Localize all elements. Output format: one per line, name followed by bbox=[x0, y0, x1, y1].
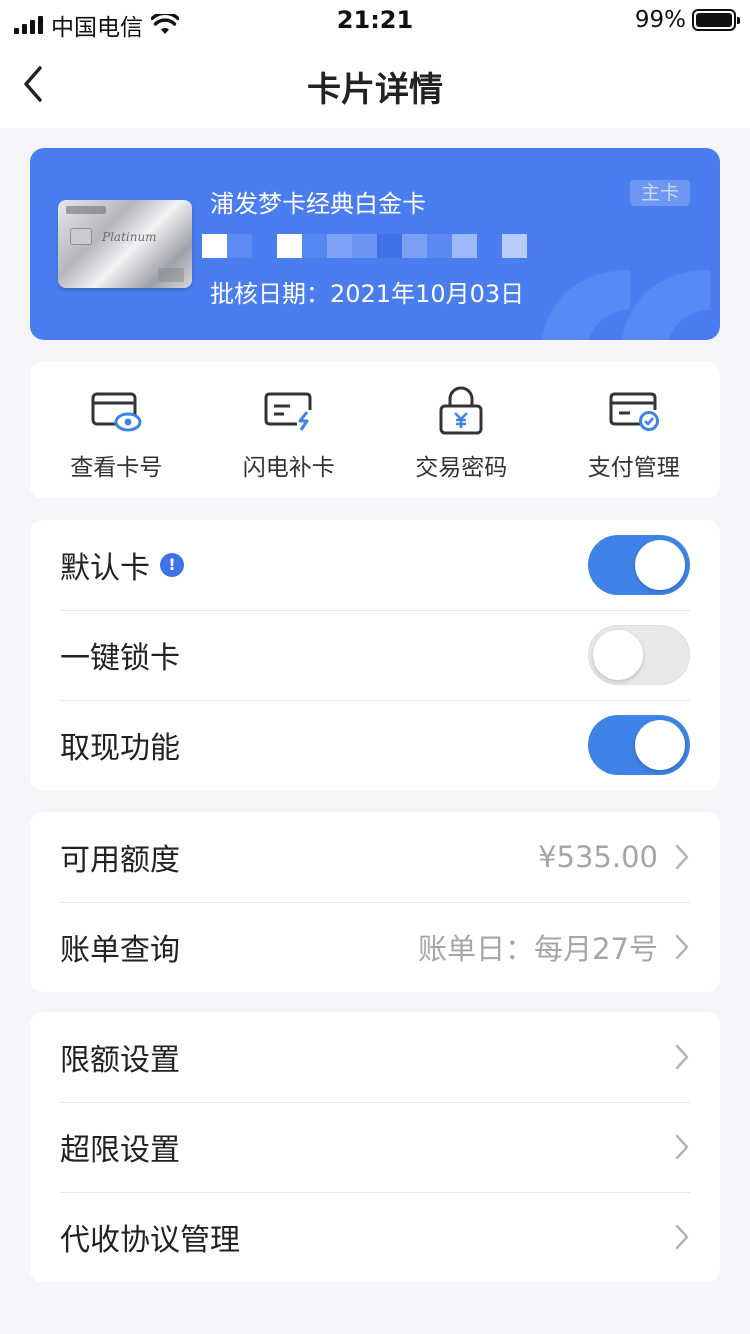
status-bar: 中国电信 21:21 99% bbox=[0, 0, 750, 42]
card-banner[interactable]: Platinum 浦发梦卡经典白金卡 批核日期：2021年10月03日 主卡 bbox=[30, 148, 720, 340]
lock-card-row: 一键锁卡 bbox=[30, 610, 720, 700]
default-card-toggle[interactable] bbox=[588, 535, 690, 595]
nav-bar: 卡片详情 bbox=[0, 42, 750, 128]
collection-agreement-row[interactable]: 代收协议管理 bbox=[30, 1192, 720, 1282]
billing-day-value: 账单日：每月27号 bbox=[418, 932, 658, 966]
row-label: 限额设置 bbox=[60, 1043, 180, 1078]
primary-card-badge: 主卡 bbox=[630, 180, 690, 206]
status-right: 99% bbox=[634, 7, 740, 33]
lock-card-toggle[interactable] bbox=[588, 625, 690, 685]
action-transaction-password[interactable]: 交易密码 bbox=[375, 362, 548, 498]
quota-section: 可用额度 ¥535.00 账单查询 账单日：每月27号 bbox=[30, 812, 720, 992]
row-label: 账单查询 bbox=[60, 933, 180, 968]
over-limit-settings-row[interactable]: 超限设置 bbox=[30, 1102, 720, 1192]
row-label: 取现功能 bbox=[60, 731, 180, 766]
page-title: 卡片详情 bbox=[307, 70, 443, 110]
settings-section: 限额设置 超限设置 代收协议管理 bbox=[30, 1012, 720, 1282]
info-icon[interactable]: ! bbox=[160, 553, 184, 577]
available-credit-value: ¥535.00 bbox=[538, 840, 658, 874]
row-label: 可用额度 bbox=[60, 843, 180, 878]
battery-icon bbox=[692, 9, 740, 31]
chevron-right-icon bbox=[675, 1224, 689, 1250]
chevron-right-icon bbox=[675, 1134, 689, 1160]
card-image-text: Platinum bbox=[102, 230, 157, 244]
row-label: 超限设置 bbox=[60, 1133, 180, 1168]
card-eye-icon bbox=[91, 392, 142, 432]
card-check-icon bbox=[609, 392, 659, 431]
approval-date: 批核日期：2021年10月03日 bbox=[210, 280, 525, 308]
chip-icon bbox=[70, 228, 92, 245]
cash-withdrawal-toggle[interactable] bbox=[588, 715, 690, 775]
action-label: 交易密码 bbox=[415, 455, 508, 481]
chevron-right-icon bbox=[675, 1044, 689, 1070]
chevron-right-icon bbox=[675, 934, 689, 960]
row-label: 一键锁卡 bbox=[60, 641, 180, 676]
action-instant-replacement[interactable]: 闪电补卡 bbox=[203, 362, 376, 498]
action-label: 查看卡号 bbox=[70, 455, 163, 481]
default-card-row: 默认卡 ! bbox=[30, 520, 720, 610]
battery-percent: 99% bbox=[634, 7, 686, 33]
unionpay-logo bbox=[158, 268, 184, 282]
card-image: Platinum bbox=[58, 200, 192, 288]
quick-actions: 查看卡号 闪电补卡 交易密码 支付管理 bbox=[30, 362, 720, 498]
card-lightning-icon bbox=[264, 392, 312, 431]
action-label: 支付管理 bbox=[587, 455, 680, 481]
row-label: 代收协议管理 bbox=[60, 1223, 240, 1258]
limit-settings-row[interactable]: 限额设置 bbox=[30, 1012, 720, 1102]
chevron-right-icon bbox=[675, 844, 689, 870]
action-label: 闪电补卡 bbox=[242, 455, 335, 481]
bill-query-row[interactable]: 账单查询 账单日：每月27号 bbox=[30, 902, 720, 992]
cash-withdrawal-row: 取现功能 bbox=[30, 700, 720, 790]
action-view-card-number[interactable]: 查看卡号 bbox=[30, 362, 203, 498]
row-label: 默认卡 bbox=[60, 551, 150, 586]
card-number-masked bbox=[202, 234, 552, 258]
available-credit-row[interactable]: 可用额度 ¥535.00 bbox=[30, 812, 720, 902]
card-name: 浦发梦卡经典白金卡 bbox=[210, 190, 426, 218]
toggle-settings: 默认卡 ! 一键锁卡 取现功能 bbox=[30, 520, 720, 790]
action-payment-management[interactable]: 支付管理 bbox=[548, 362, 721, 498]
lock-yen-icon bbox=[439, 386, 483, 435]
